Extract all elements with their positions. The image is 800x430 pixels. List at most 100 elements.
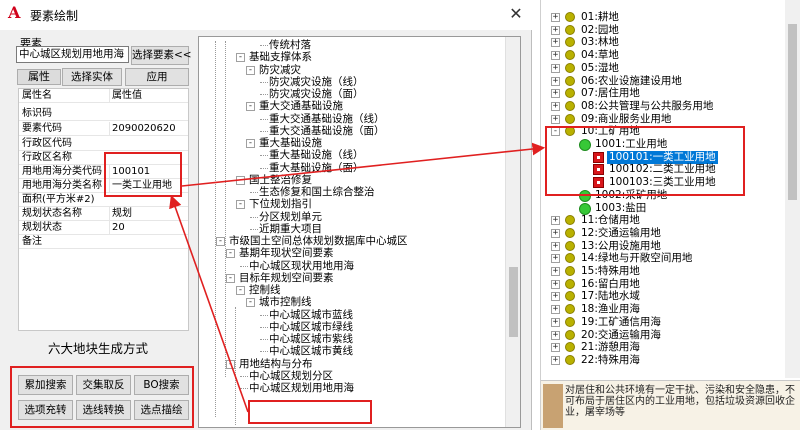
category-node[interactable]: 09:商业服务业用地	[579, 113, 673, 126]
category-node[interactable]: 20:交通运输用海	[579, 329, 663, 342]
tree-node[interactable]: 中心城区规划用地用海	[249, 382, 354, 395]
close-icon[interactable]: ✕	[506, 4, 526, 24]
property-row[interactable]: 行政区代码	[19, 137, 188, 151]
category-expand-toggle[interactable]: +	[551, 25, 560, 35]
property-row[interactable]: 规划状态 20	[19, 221, 188, 235]
tree-node[interactable]: 重大交通基础设施	[259, 100, 343, 113]
tree-node[interactable]: 防灾减灾	[259, 64, 301, 77]
tree-connector	[250, 192, 258, 193]
category-node[interactable]: 17:陆地水域	[579, 290, 642, 303]
category-expand-toggle[interactable]: +	[551, 216, 560, 226]
property-row[interactable]: 标识码	[19, 107, 188, 121]
category-expand-toggle[interactable]: +	[551, 305, 560, 315]
category-node[interactable]: 19:工矿通信用海	[579, 316, 663, 329]
category-node[interactable]: 08:公共管理与公共服务用地	[579, 100, 715, 113]
tree-collapse-toggle[interactable]: -	[216, 237, 225, 246]
category-node[interactable]: 05:湿地	[579, 62, 621, 75]
category-node[interactable]: 16:留白用地	[579, 278, 642, 291]
category-node[interactable]: 13:公用设施用地	[579, 240, 663, 253]
tree-collapse-toggle[interactable]: -	[246, 102, 255, 112]
category-node[interactable]: 14:绿地与开敞空间用地	[579, 252, 694, 265]
category-node[interactable]: 18:渔业用海	[579, 303, 642, 316]
tree-node[interactable]: 近期重大项目	[259, 223, 322, 236]
category-node[interactable]: 02:园地	[579, 24, 621, 37]
category-node[interactable]: 04:草地	[579, 49, 621, 62]
category-expand-toggle[interactable]: +	[551, 317, 560, 327]
tree-collapse-toggle[interactable]: -	[226, 249, 235, 259]
tree-node[interactable]: 重大基础设施（面）	[269, 162, 364, 175]
tree-node[interactable]: 城市控制线	[259, 296, 312, 309]
tree-scrollbar[interactable]	[505, 37, 520, 427]
category-node[interactable]: 06:农业设施建设用地	[579, 75, 684, 88]
select-element-button[interactable]: 选择要素<<	[131, 46, 192, 65]
apply-button[interactable]: 应用	[125, 68, 189, 86]
property-row[interactable]: 备注	[19, 235, 188, 249]
tree-collapse-toggle[interactable]: -	[246, 298, 255, 308]
property-row[interactable]: 要素代码 2090020620	[19, 122, 188, 136]
tree-node[interactable]: 防灾减灾设施（线）	[269, 76, 364, 89]
category-node[interactable]: 22:特殊用海	[579, 354, 642, 367]
property-row[interactable]: 规划状态名称 规划	[19, 207, 188, 221]
category-expand-toggle[interactable]: +	[551, 51, 560, 61]
property-value[interactable]: 2090020620	[109, 122, 187, 136]
category-scrollbar-thumb[interactable]	[788, 24, 797, 200]
category-expand-toggle[interactable]: +	[551, 89, 560, 99]
category-node[interactable]: 03:林地	[579, 36, 621, 49]
property-name: 用地用海分类代码	[22, 166, 102, 177]
select-entity-button[interactable]: 选择实体	[62, 68, 122, 86]
tree-node[interactable]: 中心城区城市蓝线	[269, 309, 353, 322]
tree-collapse-toggle[interactable]: -	[246, 139, 255, 148]
tree-collapse-toggle[interactable]: -	[236, 286, 245, 295]
tree-node[interactable]: 目标年规划空间要素	[239, 272, 334, 285]
category-expand-toggle[interactable]: +	[551, 241, 560, 251]
category-expand-toggle[interactable]: +	[551, 76, 560, 86]
tree-collapse-toggle[interactable]: -	[236, 175, 245, 185]
property-value[interactable]: 规划	[109, 207, 187, 221]
tree-collapse-toggle[interactable]: -	[236, 53, 245, 63]
category-node[interactable]: 07:居住用地	[579, 87, 642, 100]
tree-node[interactable]: 下位规划指引	[249, 198, 312, 211]
category-expand-toggle[interactable]: +	[551, 228, 560, 238]
category-expand-toggle[interactable]: +	[551, 101, 560, 111]
tree-collapse-toggle[interactable]: -	[226, 273, 235, 283]
category-expand-toggle[interactable]: +	[551, 13, 560, 22]
tree-connector	[260, 351, 268, 353]
tree-node[interactable]: 中心城区城市黄线	[269, 345, 353, 358]
tree-node[interactable]: 中心城区规划分区	[249, 370, 333, 383]
category-expand-toggle[interactable]: +	[551, 254, 560, 264]
category-expand-toggle[interactable]: +	[551, 114, 560, 124]
category-expand-toggle[interactable]: +	[551, 330, 560, 340]
tree-node[interactable]: 用地结构与分布	[239, 358, 313, 371]
category-expand-toggle[interactable]: +	[551, 279, 560, 289]
category-node[interactable]: 15:特殊用地	[579, 265, 642, 278]
tree-node[interactable]: 基础支撑体系	[249, 51, 312, 64]
category-expand-toggle[interactable]: +	[551, 63, 560, 73]
category-expand-toggle[interactable]: +	[551, 292, 560, 302]
tree-collapse-toggle[interactable]: -	[226, 359, 235, 369]
category-node[interactable]: 01:耕地	[579, 11, 621, 24]
category-description: 对居住和公共环境有一定干扰、污染和安全隐患，不可布局于居住区内的工业用地，包括垃…	[541, 380, 800, 430]
element-field[interactable]: 中心城区规划用地用海	[16, 46, 129, 63]
tab-attributes[interactable]: 属性	[17, 69, 61, 85]
category-expand-toggle[interactable]: +	[551, 343, 560, 353]
category-node[interactable]: 1003:盐田	[593, 202, 648, 215]
tree-node[interactable]: 基期年现状空间要素	[239, 247, 334, 260]
tree-node[interactable]: 重大交通基础设施（线）	[269, 113, 385, 126]
tree-node[interactable]: 中心城区现状用地用海	[249, 260, 354, 273]
tree-node[interactable]: 重大交通基础设施（面）	[269, 125, 385, 138]
tree-node[interactable]: 重大基础设施（线）	[269, 149, 364, 162]
category-node[interactable]: 11:仓储用地	[579, 214, 642, 227]
category-expand-toggle[interactable]: +	[551, 267, 560, 276]
property-value[interactable]: 20	[109, 221, 187, 235]
category-node[interactable]: 21:游憩用海	[579, 341, 642, 354]
tree-node[interactable]: 分区规划单元	[259, 211, 322, 224]
category-scrollbar[interactable]	[785, 0, 800, 378]
tree-collapse-toggle[interactable]: -	[246, 65, 255, 75]
tree-scrollbar-thumb[interactable]	[509, 267, 518, 337]
tree-collapse-toggle[interactable]: -	[236, 200, 245, 210]
category-expand-toggle[interactable]: +	[551, 38, 560, 48]
category-expand-toggle[interactable]: +	[551, 355, 560, 365]
tree-node[interactable]: 国土整治修复	[249, 174, 312, 187]
category-node[interactable]: 12:交通运输用地	[579, 227, 663, 240]
tree-node[interactable]: 中心城区城市绿线	[269, 321, 353, 334]
